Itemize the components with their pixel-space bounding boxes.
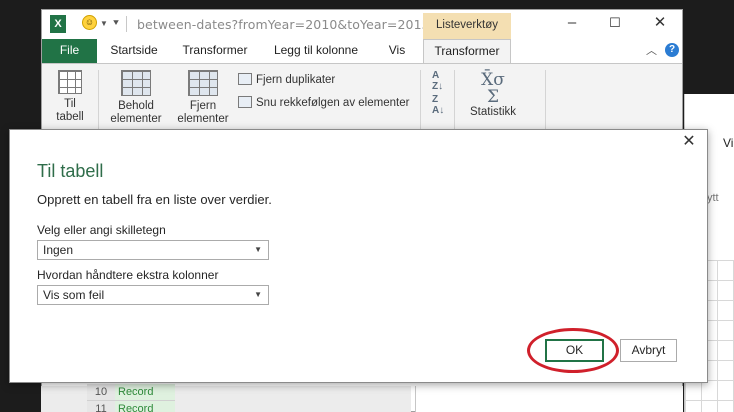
extra-columns-select[interactable]: Vis som feil ▼ xyxy=(37,285,269,305)
extra-columns-value: Vis som feil xyxy=(43,288,105,302)
highlight-annotation-ring xyxy=(527,328,619,373)
background-text-fragment: ytt xyxy=(707,192,719,204)
maximize-icon[interactable]: ☐ xyxy=(605,14,625,34)
tab-file[interactable]: File xyxy=(42,39,97,63)
statistics-button[interactable]: X̄σ Σ Statistikk xyxy=(462,72,524,119)
to-table-dialog: ✕ Til tabell Opprett en tabell fra en li… xyxy=(9,129,708,383)
delimiter-value: Ingen xyxy=(43,243,74,257)
statistics-label: Statistikk xyxy=(469,106,516,118)
row-number: 11 xyxy=(87,401,115,412)
smiley-dropdown-chevron-icon[interactable]: ▼ xyxy=(100,19,108,28)
tab-vis[interactable]: Vis xyxy=(382,39,412,63)
keep-items-label-1: Behold xyxy=(118,100,154,112)
to-table-icon xyxy=(58,70,82,94)
keep-items-label-2: elementer xyxy=(110,113,162,125)
to-table-label-1: Til xyxy=(64,98,76,110)
collapse-ribbon-icon[interactable]: ︿ xyxy=(646,42,657,58)
excel-logo-icon: X xyxy=(50,15,66,33)
keep-items-button[interactable]: Behold elementer xyxy=(106,70,166,126)
smiley-feedback-icon[interactable]: ☺ xyxy=(82,15,97,30)
dialog-description: Opprett en tabell fra en liste over verd… xyxy=(37,192,272,207)
extra-columns-label: Hvordan håndtere ekstra kolonner xyxy=(37,268,219,282)
ribbon-tabs: File Startside Transformer Legg til kolo… xyxy=(42,39,682,63)
ribbon-panel: Til tabell Behold elementer Fjern elemen… xyxy=(42,63,682,133)
ribbon-separator xyxy=(420,70,421,130)
query-settings-pane xyxy=(415,386,683,412)
customize-qat-icon[interactable]: ⯆ xyxy=(112,18,120,29)
ribbon-separator xyxy=(98,70,99,130)
list-item[interactable]: Record xyxy=(115,401,175,412)
list-item[interactable]: Record xyxy=(115,384,175,401)
remove-duplicates-icon xyxy=(238,73,252,85)
dialog-close-icon[interactable]: ✕ xyxy=(680,133,698,151)
dialog-title: Til tabell xyxy=(37,161,104,181)
help-icon[interactable]: ? xyxy=(665,43,679,57)
delimiter-select[interactable]: Ingen ▼ xyxy=(37,240,269,260)
title-bar: X ☺ ▼ ⯆ between-dates?fromYear=2010&toYe… xyxy=(42,10,682,39)
remove-duplicates-label: Fjern duplikater xyxy=(256,74,336,86)
remove-items-label-2: elementer xyxy=(177,113,229,125)
reverse-items-icon xyxy=(238,96,252,108)
tab-legg-til-kolonne[interactable]: Legg til kolonne xyxy=(270,39,362,63)
reverse-items-button[interactable]: Snu rekkefølgen av elementer xyxy=(238,96,409,109)
minimize-icon[interactable]: – xyxy=(562,14,582,34)
ribbon-separator xyxy=(454,70,455,130)
ribbon-separator xyxy=(545,70,546,130)
sort-ascending-icon[interactable]: A Z↓ xyxy=(432,70,443,92)
cancel-button[interactable]: Avbryt xyxy=(620,339,677,362)
remove-items-button[interactable]: Fjern elementer xyxy=(172,70,234,126)
dropdown-chevron-icon: ▼ xyxy=(254,290,262,299)
remove-items-icon xyxy=(188,70,218,96)
remove-items-label-1: Fjern xyxy=(189,100,217,112)
reverse-items-label: Snu rekkefølgen av elementer xyxy=(256,97,410,109)
remove-duplicates-button[interactable]: Fjern duplikater xyxy=(238,73,335,86)
close-icon[interactable]: ✕ xyxy=(650,14,670,34)
tab-list-transformer[interactable]: Transformer xyxy=(423,39,511,63)
sort-descending-icon[interactable]: Z A↓ xyxy=(432,94,444,116)
background-tab-text: Vi xyxy=(723,136,734,150)
context-tab-header: Listeverktøy xyxy=(423,13,511,39)
to-table-label-2: tabell xyxy=(56,111,84,123)
row-number: 10 xyxy=(87,384,115,401)
tab-transformer[interactable]: Transformer xyxy=(180,39,250,63)
to-table-button[interactable]: Til tabell xyxy=(52,70,88,124)
keep-items-icon xyxy=(121,70,151,96)
statistics-icon: X̄σ Σ xyxy=(481,70,505,107)
qat-separator xyxy=(126,16,127,32)
tab-startside[interactable]: Startside xyxy=(104,39,164,63)
dropdown-chevron-icon: ▼ xyxy=(254,245,262,254)
delimiter-label: Velg eller angi skilletegn xyxy=(37,223,166,237)
